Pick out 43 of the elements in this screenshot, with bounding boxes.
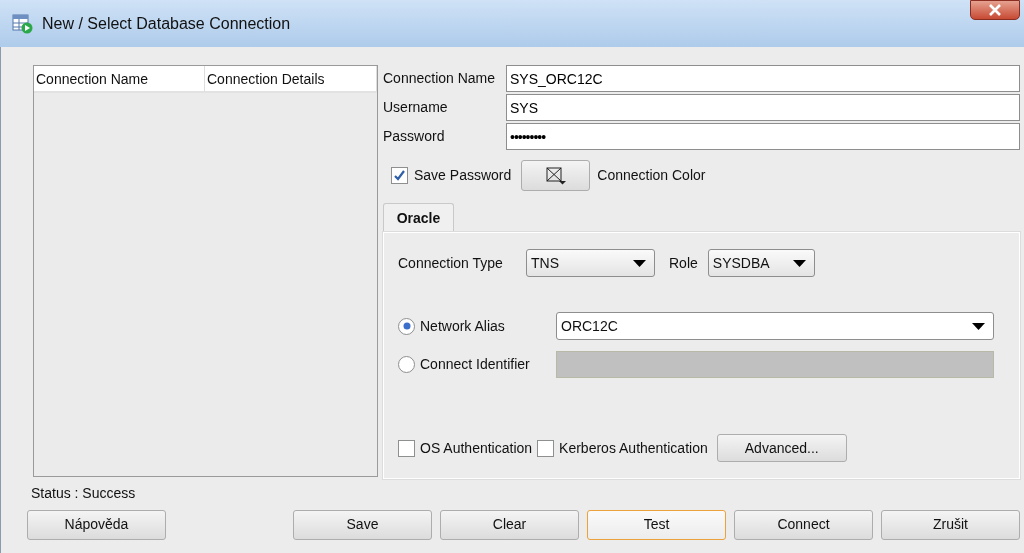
checkbox-label: Kerberos Authentication xyxy=(559,439,708,457)
color-swatch-icon xyxy=(545,166,566,185)
database-icon xyxy=(12,13,34,34)
connections-table[interactable]: Connection Name Connection Details xyxy=(33,65,378,477)
dropdown[interactable]: ORC12C xyxy=(556,312,994,340)
password-field[interactable]: ••••••••• xyxy=(506,123,1020,150)
radio-label: Network Alias xyxy=(420,317,506,335)
field-label: Username xyxy=(383,99,449,116)
checkbox[interactable] xyxy=(391,167,408,184)
tab[interactable]: Oracle xyxy=(383,203,454,232)
checkbox-label: Save Password xyxy=(414,167,512,184)
dropdown-arrow-icon xyxy=(633,259,646,267)
status-text: Status : Success xyxy=(31,485,137,502)
dialog-button[interactable]: Nápověda xyxy=(27,509,166,540)
radio-dot-icon xyxy=(402,322,411,330)
dialog-button[interactable]: Connect xyxy=(734,509,873,540)
checkbox-label: OS Authentication xyxy=(420,439,533,457)
window-title: New / Select Database Connection xyxy=(42,13,291,34)
color-label: Connection Color xyxy=(597,167,706,184)
color-picker-button[interactable] xyxy=(521,160,591,191)
dropdown[interactable]: TNS xyxy=(526,249,655,277)
column-header[interactable]: Connection Name xyxy=(34,66,205,91)
input-field[interactable]: SYS xyxy=(506,94,1020,121)
column-header[interactable]: Connection Details xyxy=(205,66,377,91)
field-label: Password xyxy=(383,128,446,145)
dialog-button[interactable]: Clear xyxy=(440,509,579,540)
dialog-button[interactable]: Test xyxy=(587,509,726,540)
field-label: Connection Type xyxy=(398,254,504,272)
dropdown-arrow-icon xyxy=(792,259,806,267)
checkbox[interactable] xyxy=(398,439,415,457)
dropdown[interactable]: SYSDBA xyxy=(707,249,815,277)
radio-button[interactable] xyxy=(398,317,415,335)
close-icon xyxy=(988,4,1002,16)
field-label: Connection Name xyxy=(383,70,497,87)
dropdown-arrow-icon xyxy=(972,322,985,330)
input-field[interactable]: SYS_ORC12C xyxy=(506,65,1020,92)
advanced-button[interactable]: Advanced... xyxy=(716,434,847,462)
dialog-button[interactable]: Zrušit xyxy=(881,509,1020,540)
radio-label: Connect Identifier xyxy=(420,356,531,373)
dialog-button[interactable]: Save xyxy=(293,509,432,540)
close-button[interactable] xyxy=(970,0,1020,20)
checkbox[interactable] xyxy=(537,439,555,457)
field-label: Role xyxy=(669,254,698,272)
